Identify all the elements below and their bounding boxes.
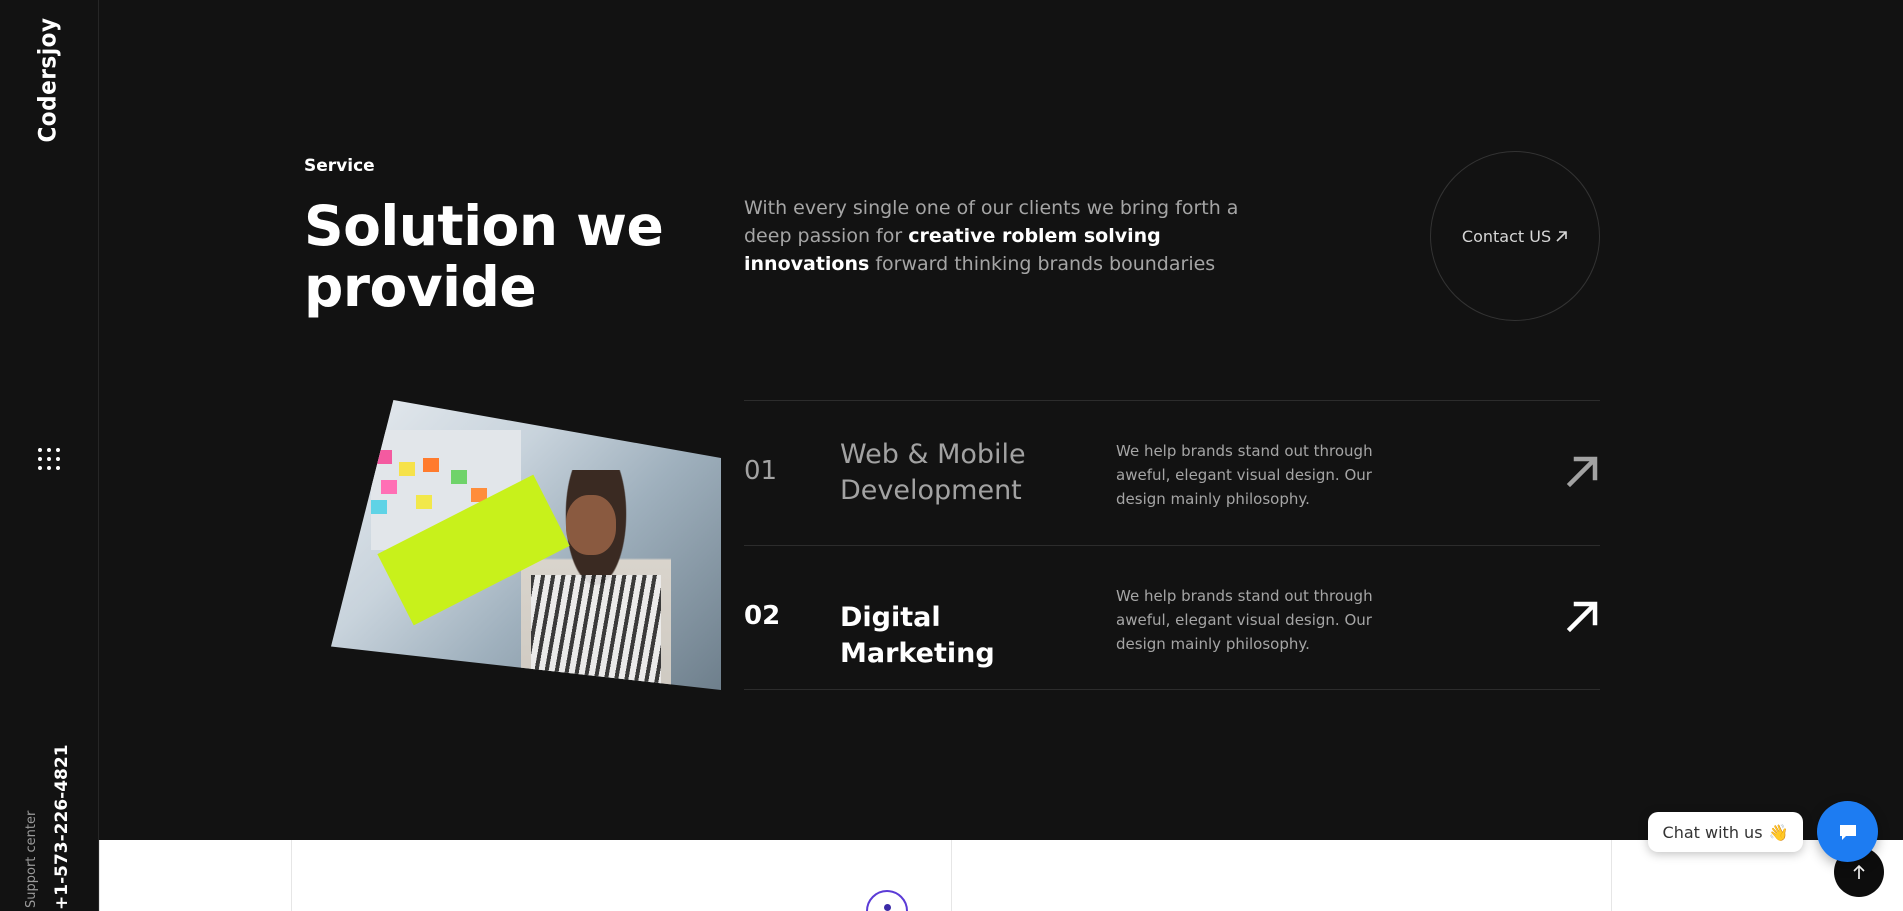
section-eyebrow: Service: [304, 156, 375, 176]
section-lead: With every single one of our clients we …: [744, 194, 1264, 278]
logo-text: Codersjoy: [34, 17, 63, 143]
chat-with-us-tooltip[interactable]: Chat with us 👋: [1648, 812, 1803, 852]
service-description: We help brands stand out through aweful,…: [1116, 442, 1373, 508]
services-list: 01 Web & Mobile Development We help bran…: [744, 400, 1600, 690]
support-center: Support center +1-573-226-4821: [16, 744, 76, 911]
contact-us-label: Contact US: [1461, 226, 1552, 246]
contact-us-button[interactable]: Contact US: [1430, 151, 1600, 321]
service-item[interactable]: 02 Digital Marketing We help brands stan…: [744, 545, 1600, 690]
service-name: Web & Mobile Development: [840, 439, 1026, 506]
chat-button[interactable]: [1817, 801, 1878, 862]
wave-emoji: 👋: [1768, 822, 1789, 842]
service-item[interactable]: 01 Web & Mobile Development We help bran…: [744, 400, 1600, 545]
lead-text-end: forward thinking brands boundaries: [869, 253, 1216, 275]
support-label: Support center: [24, 810, 39, 908]
section-badge-icon: [866, 890, 908, 911]
service-number: 01: [744, 456, 778, 486]
arrow-up-right-icon: [1556, 230, 1567, 242]
sidebar: Codersjoy Support center +1-573-226-4821: [0, 0, 99, 911]
chat-bubble-icon: [1839, 824, 1856, 840]
arrow-up-right-icon[interactable]: [1566, 599, 1600, 633]
arrow-up-icon: [1853, 864, 1865, 879]
service-name: Digital Marketing: [840, 602, 995, 669]
service-description: We help brands stand out through aweful,…: [1116, 587, 1373, 653]
service-section: Service Solution we provide With every s…: [99, 0, 1903, 840]
next-section: [0, 840, 1903, 911]
chat-label: Chat with us: [1662, 822, 1763, 842]
service-image: [331, 400, 721, 690]
support-phone[interactable]: +1-573-226-4821: [52, 744, 72, 910]
service-number: 02: [744, 601, 781, 631]
logo[interactable]: Codersjoy: [30, 17, 66, 142]
section-title: Solution we provide: [304, 194, 664, 319]
arrow-up-right-icon[interactable]: [1566, 454, 1600, 488]
menu-grid-icon[interactable]: [38, 448, 62, 472]
